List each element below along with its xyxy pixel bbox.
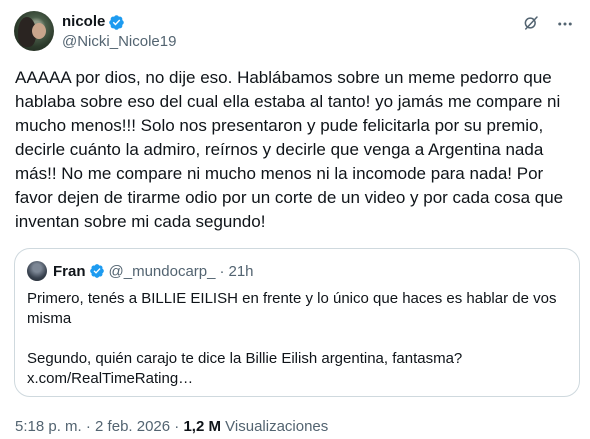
- quoted-tweet-text: Primero, tenés a BILLIE EILISH en frente…: [27, 289, 567, 389]
- quoted-user-avatar: [27, 261, 47, 281]
- verified-badge-icon: [109, 14, 125, 30]
- user-avatar[interactable]: [14, 11, 54, 51]
- verified-badge-icon: [89, 264, 104, 278]
- quoted-link[interactable]: x.com/RealTimeRating…: [27, 369, 567, 389]
- more-options-icon[interactable]: [556, 15, 574, 33]
- quoted-user-handle: @_mundocarp_: [108, 262, 216, 280]
- quoted-tweet-header: Fran @_mundocarp_ · 21h: [27, 261, 254, 281]
- tweet-text: AAAAA por dios, no dije eso. Hablábamos …: [15, 68, 564, 231]
- separator-dot: ·: [85, 418, 91, 435]
- views-label: Visualizaciones: [225, 418, 329, 435]
- post-time[interactable]: 5:18 p. m.: [15, 418, 82, 435]
- tweet-header: nicole @Nicki_Nicole19: [14, 11, 580, 55]
- views-count: 1,2 M: [183, 418, 221, 435]
- name-row: nicole: [62, 13, 125, 31]
- grok-icon[interactable]: [522, 14, 540, 32]
- user-handle[interactable]: @Nicki_Nicole19: [62, 33, 176, 51]
- quoted-paragraph-1: Primero, tenés a BILLIE EILISH en frente…: [27, 290, 557, 327]
- quoted-tweet[interactable]: Fran @_mundocarp_ · 21h Primero, tenés a…: [14, 248, 580, 397]
- separator-dot: ·: [219, 262, 225, 280]
- display-name[interactable]: nicole: [62, 13, 105, 31]
- avatar-face: [32, 23, 46, 39]
- quoted-paragraph-2: Segundo, quién carajo te dice la Billie …: [27, 350, 463, 367]
- quoted-display-name: Fran: [53, 262, 86, 280]
- post-date[interactable]: 2 feb. 2026: [95, 418, 170, 435]
- separator-dot: ·: [174, 418, 180, 435]
- tweet-metadata: 5:18 p. m. · 2 feb. 2026 · 1,2 M Visuali…: [15, 418, 328, 436]
- quoted-timestamp: 21h: [228, 262, 254, 280]
